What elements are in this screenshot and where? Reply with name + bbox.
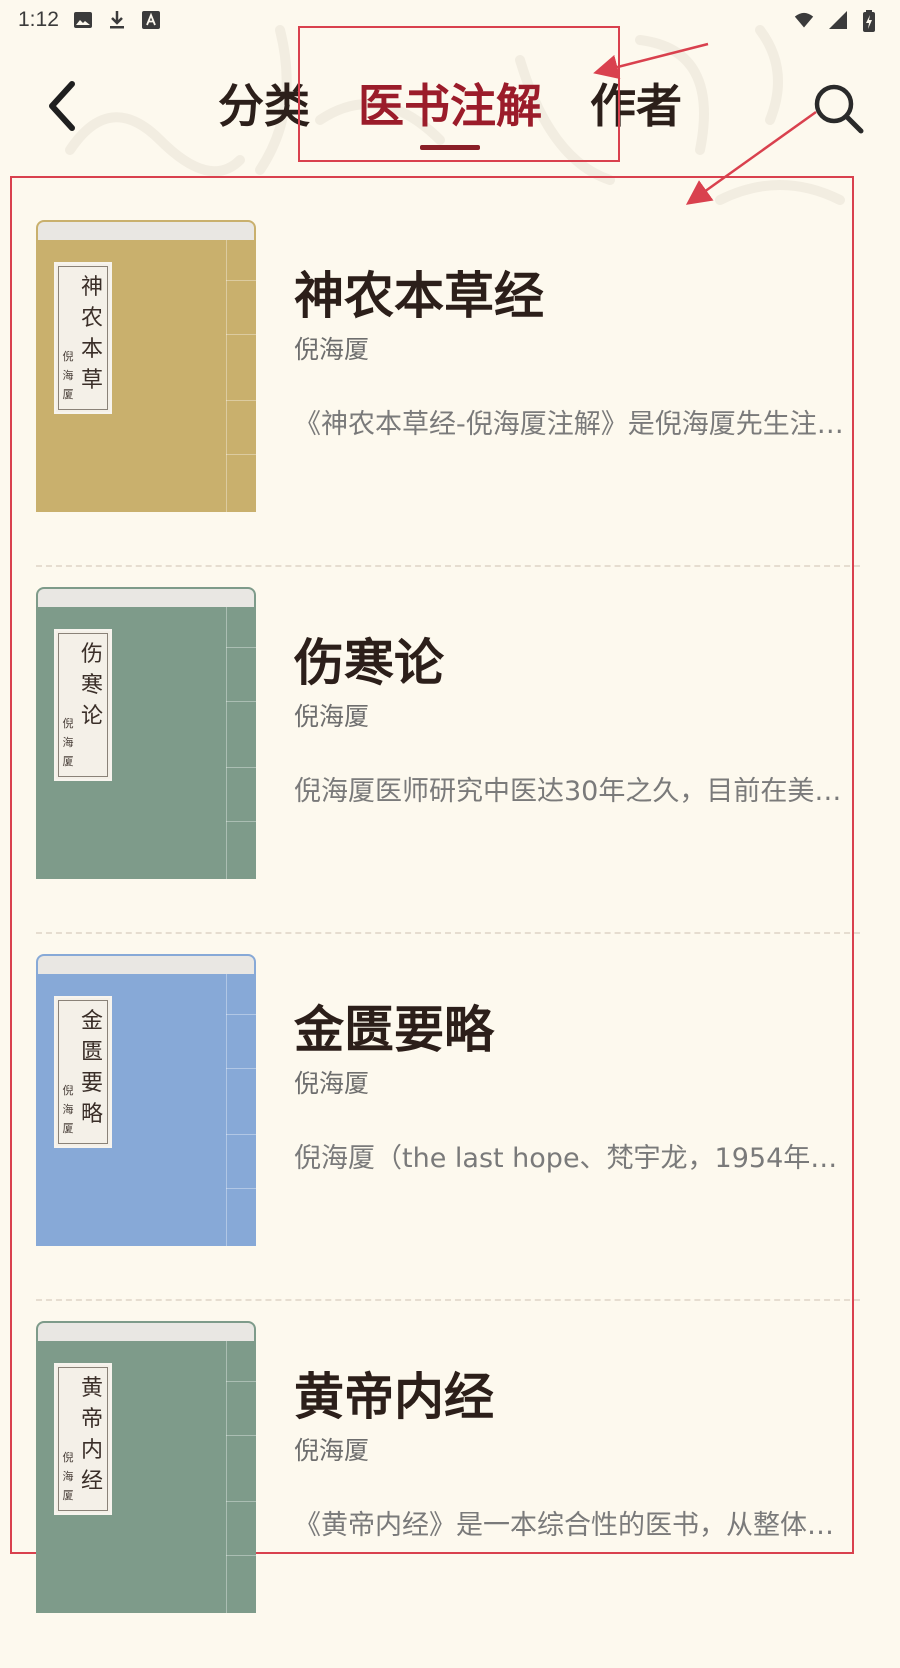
cover-title: 伤寒论: [80, 642, 103, 729]
cover-label: 神农本草 倪海厦: [54, 262, 112, 414]
book-description: 《黄帝内经》是一本综合性的医书，从整体观念出发: [294, 1510, 849, 1541]
book-author: 倪海厦: [294, 702, 370, 731]
wifi-icon: [794, 10, 814, 30]
status-bar: 1:12: [0, 0, 900, 40]
book-title: 伤寒论: [294, 633, 444, 692]
book-list-item[interactable]: 神农本草 倪海厦 神农本草经 倪海厦 《神农本草经-倪海厦注解》是倪海厦先生注解…: [36, 200, 860, 567]
cover-label: 金匮要略 倪海厦: [54, 996, 112, 1148]
book-title: 神农本草经: [294, 266, 544, 325]
cover-author: 倪海厦: [62, 717, 74, 768]
book-list-item[interactable]: 伤寒论 倪海厦 伤寒论 倪海厦 倪海厦医师研究中医达30年之久，目前在美国佛罗里…: [36, 567, 860, 934]
cover-title: 金匮要略: [80, 1009, 103, 1127]
book-list-item[interactable]: 金匮要略 倪海厦 金匮要略 倪海厦 倪海厦（the last hope、梵宇龙，…: [36, 934, 860, 1301]
book-author: 倪海厦: [294, 335, 370, 364]
cover-label: 黄帝内经 倪海厦: [54, 1363, 112, 1515]
download-icon: [107, 10, 127, 30]
font-icon: [141, 10, 161, 30]
cover-author: 倪海厦: [62, 1451, 74, 1502]
tab-book-annotations[interactable]: 医书注解: [358, 60, 542, 150]
book-title: 金匮要略: [294, 1000, 494, 1059]
book-description: 倪海厦（the last hope、梵宇龙，1954年出生于台湾: [294, 1143, 849, 1174]
image-icon: [73, 10, 93, 30]
tab-bar: 分类 医书注解 作者: [0, 60, 900, 170]
search-button[interactable]: [806, 78, 872, 144]
book-cover: 金匮要略 倪海厦: [36, 954, 256, 1246]
book-cover: 伤寒论 倪海厦: [36, 587, 256, 879]
cover-author: 倪海厦: [62, 1084, 74, 1135]
book-author: 倪海厦: [294, 1069, 370, 1098]
cover-title: 神农本草: [80, 275, 103, 393]
book-title: 黄帝内经: [294, 1367, 494, 1426]
tab-author[interactable]: 作者: [590, 60, 682, 150]
cover-author: 倪海厦: [62, 350, 74, 401]
book-list-item[interactable]: 黄帝内经 倪海厦 黄帝内经 倪海厦 《黄帝内经》是一本综合性的医书，从整体观念出…: [36, 1301, 860, 1668]
cover-label: 伤寒论 倪海厦: [54, 629, 112, 781]
book-description: 倪海厦医师研究中医达30年之久，目前在美国佛罗里达州: [294, 776, 849, 807]
tab-category[interactable]: 分类: [218, 60, 310, 150]
book-description: 《神农本草经-倪海厦注解》是倪海厦先生注解的神农本草经: [294, 409, 849, 440]
book-author: 倪海厦: [294, 1436, 370, 1465]
status-time: 1:12: [18, 8, 59, 31]
book-cover: 神农本草 倪海厦: [36, 220, 256, 512]
battery-charging-icon: [862, 10, 882, 32]
header: 分类 医书注解 作者: [0, 40, 900, 170]
search-icon: [811, 81, 867, 141]
cover-title: 黄帝内经: [80, 1376, 103, 1494]
book-list: 神农本草 倪海厦 神农本草经 倪海厦 《神农本草经-倪海厦注解》是倪海厦先生注解…: [36, 200, 860, 1668]
signal-icon: [828, 10, 848, 30]
book-cover: 黄帝内经 倪海厦: [36, 1321, 256, 1613]
